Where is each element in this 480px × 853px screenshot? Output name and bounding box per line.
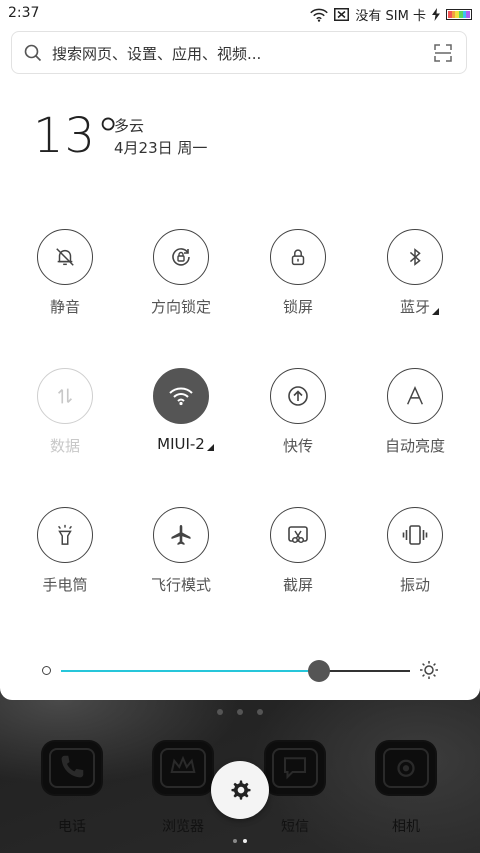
bell-off-icon <box>56 248 74 266</box>
auto-brightness-icon <box>406 385 424 405</box>
scan-icon[interactable] <box>434 44 452 62</box>
toggle-silent[interactable]: 静音 <box>10 229 120 317</box>
toggle-label: 静音 <box>49 298 80 316</box>
status-time: 2:37 <box>8 5 40 21</box>
lock-icon <box>291 249 305 266</box>
toggle-label: MIUI-2 <box>157 435 214 453</box>
toggle-wifi[interactable]: MIUI-2 <box>126 368 236 453</box>
toggle-lock-screen-button[interactable] <box>270 229 326 285</box>
toggle-lock-screen[interactable]: 锁屏 <box>243 229 353 317</box>
more-options-indicator <box>432 308 439 315</box>
search-bar[interactable]: 搜索网页、设置、应用、视频... <box>11 31 467 74</box>
toggle-label: 手电筒 <box>42 576 88 594</box>
more-options-indicator <box>206 444 214 451</box>
toggle-quick-share[interactable]: 快传 <box>243 368 353 456</box>
toggle-mobile-data-button[interactable] <box>37 368 93 424</box>
mobile-data-icon <box>57 388 73 404</box>
battery-icon <box>446 9 472 20</box>
toggle-silent-button[interactable] <box>37 229 93 285</box>
vibrate-icon <box>402 525 428 545</box>
toggle-label: 截屏 <box>282 576 313 594</box>
flashlight-icon <box>58 524 72 545</box>
dock-app-phone[interactable]: 电话 <box>32 742 112 836</box>
search-input[interactable]: 搜索网页、设置、应用、视频... <box>52 43 261 64</box>
settings-button[interactable] <box>211 761 269 819</box>
toggle-flashlight[interactable]: 手电筒 <box>10 507 120 595</box>
status-bar: 2:37 没有 SIM 卡 <box>0 0 480 28</box>
control-center-panel: 2:37 没有 SIM 卡 搜索网页、设置、应用、视频... 13° 多云 4月… <box>0 0 480 700</box>
toggle-label: 方向锁定 <box>150 298 211 316</box>
toggle-mobile-data[interactable]: 数据 <box>10 368 120 456</box>
charging-icon <box>432 8 440 21</box>
date-label: 4月23日 周一 <box>114 139 208 157</box>
messages-icon <box>266 742 324 794</box>
wifi-status-icon <box>310 8 329 22</box>
brightness-fill <box>61 670 320 672</box>
brightness-thumb[interactable] <box>308 660 331 682</box>
dock-app-camera[interactable]: 相机 <box>366 742 446 836</box>
bluetooth-icon <box>409 248 421 266</box>
wifi-icon <box>169 387 193 406</box>
camera-icon <box>377 742 435 794</box>
browser-icon <box>154 742 212 794</box>
status-icons: 没有 SIM 卡 <box>310 5 472 24</box>
phone-icon <box>43 742 101 794</box>
wifi-network-label: MIUI-2 <box>157 435 205 453</box>
toggle-label: 数据 <box>49 437 80 455</box>
weather-condition: 多云 <box>114 117 145 135</box>
toggle-rotation-lock[interactable]: 方向锁定 <box>126 229 236 317</box>
toggle-auto-brightness-button[interactable] <box>387 368 443 424</box>
toggle-label: 飞行模式 <box>150 576 211 594</box>
rotation-lock-icon <box>172 248 190 266</box>
toggle-auto-brightness[interactable]: 自动亮度 <box>360 368 470 456</box>
brightness-low-icon <box>42 666 51 675</box>
toggle-label: 蓝牙 <box>399 296 439 317</box>
toggle-screenshot[interactable]: 截屏 <box>243 507 353 595</box>
toggle-quick-share-button[interactable] <box>270 368 326 424</box>
toggle-bluetooth-button[interactable] <box>387 229 443 285</box>
brightness-slider[interactable] <box>40 656 440 686</box>
toggle-flashlight-button[interactable] <box>37 507 93 563</box>
toggle-bluetooth[interactable]: 蓝牙 <box>360 229 470 317</box>
search-icon <box>24 44 42 62</box>
toggle-vibrate-button[interactable] <box>387 507 443 563</box>
panel-page-indicator <box>0 828 480 847</box>
toggle-rotation-lock-button[interactable] <box>153 229 209 285</box>
toggle-airplane-button[interactable] <box>153 507 209 563</box>
quick-share-icon <box>288 386 308 406</box>
toggle-label: 自动亮度 <box>384 437 445 455</box>
toggle-airplane[interactable]: 飞行模式 <box>126 507 236 595</box>
toggle-screenshot-button[interactable] <box>270 507 326 563</box>
brightness-track[interactable] <box>61 660 410 682</box>
temperature: 13° <box>33 108 122 164</box>
bluetooth-label: 蓝牙 <box>399 298 430 316</box>
no-sim-icon <box>334 8 350 21</box>
airplane-icon <box>171 525 191 545</box>
screenshot-icon <box>288 526 308 544</box>
toggle-wifi-button[interactable] <box>153 368 209 424</box>
toggle-vibrate[interactable]: 振动 <box>360 507 470 595</box>
toggle-label: 振动 <box>399 576 430 594</box>
toggle-label: 锁屏 <box>282 298 313 316</box>
toggle-label: 快传 <box>282 437 313 455</box>
home-page-indicator <box>0 700 480 719</box>
sim-status-text: 没有 SIM 卡 <box>355 9 426 24</box>
gear-icon <box>231 780 251 800</box>
brightness-high-icon <box>420 661 438 679</box>
